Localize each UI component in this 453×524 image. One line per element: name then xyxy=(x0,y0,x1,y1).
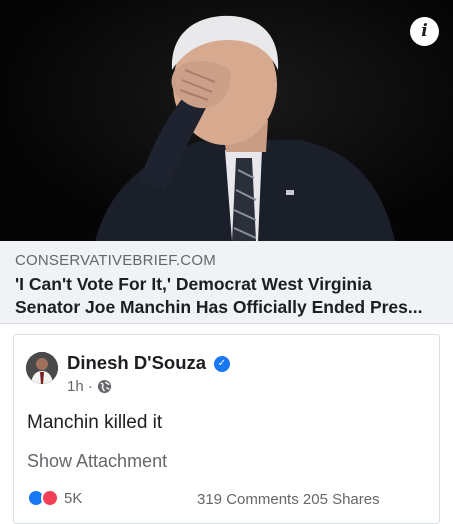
link-preview-card[interactable]: i CONSERVATIVEBRIEF.COM 'I Can't Vote Fo… xyxy=(0,0,453,324)
link-domain: CONSERVATIVEBRIEF.COM xyxy=(15,252,216,269)
meta-separator: · xyxy=(87,378,93,395)
reactions-summary[interactable]: 5K xyxy=(27,489,82,507)
verified-badge-icon: ✓ xyxy=(214,356,230,372)
show-attachment-link[interactable]: Show Attachment xyxy=(27,451,167,472)
globe-icon xyxy=(97,379,111,394)
link-preview-image[interactable]: i xyxy=(0,0,453,241)
post-text: Manchin killed it xyxy=(27,412,163,433)
love-icon xyxy=(41,489,59,507)
post-meta: 1h · xyxy=(67,378,112,395)
avatar-photo xyxy=(26,352,58,384)
link-title-line-2: Senator Joe Manchin Has Officially Ended… xyxy=(15,297,423,317)
link-title-line-1: 'I Can't Vote For It,' Democrat West Vir… xyxy=(15,274,372,294)
article-photo xyxy=(95,15,395,241)
author-name[interactable]: Dinesh D'Souza xyxy=(67,352,206,374)
shared-post-card[interactable]: Dinesh D'Souza ✓ 1h · Manchin killed it … xyxy=(13,334,440,524)
info-icon[interactable]: i xyxy=(410,17,439,46)
post-time[interactable]: 1h xyxy=(67,378,84,395)
link-title[interactable]: 'I Can't Vote For It,' Democrat West Vir… xyxy=(15,273,445,319)
reaction-count: 5K xyxy=(64,489,83,507)
avatar[interactable] xyxy=(26,352,58,384)
